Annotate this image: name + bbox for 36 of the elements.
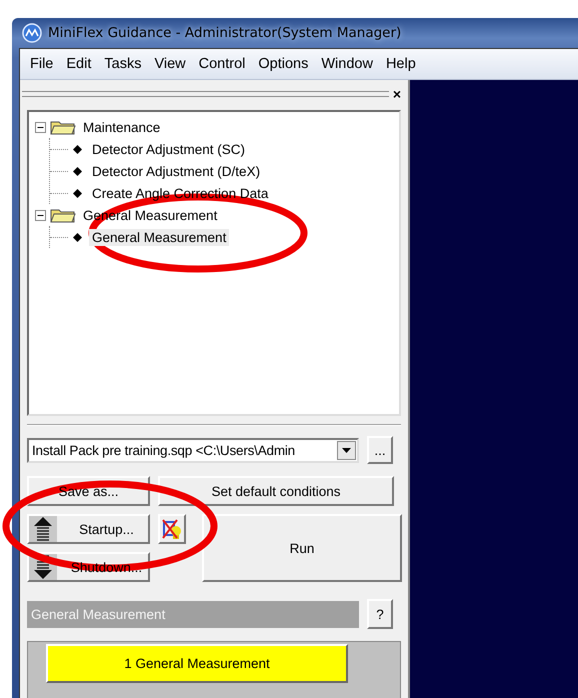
disabled-bulb-icon <box>161 518 183 540</box>
browse-button[interactable]: ... <box>367 436 393 464</box>
set-default-button[interactable]: Set default conditions <box>158 476 394 506</box>
bullet-icon <box>73 166 82 176</box>
tree-item[interactable]: Detector Adjustment (D/teX) <box>89 162 264 180</box>
section-title: General Measurement <box>30 606 166 622</box>
bullet-icon <box>73 188 82 198</box>
menu-item[interactable]: File <box>24 53 60 75</box>
down-arrow-icon <box>34 555 52 579</box>
menu-item[interactable]: Control <box>192 53 252 75</box>
startup-button[interactable]: Startup... <box>27 514 150 544</box>
folder-icon <box>50 207 76 223</box>
collapse-icon[interactable] <box>35 210 46 220</box>
app-logo-icon <box>22 23 42 43</box>
tree-item[interactable]: Maintenance <box>80 118 164 136</box>
menu-item[interactable]: Options <box>252 53 314 75</box>
menu-item[interactable]: View <box>148 53 192 75</box>
help-button[interactable]: ? <box>367 599 393 629</box>
folder-icon <box>50 119 76 135</box>
menu-item[interactable]: Window <box>315 53 379 75</box>
bullet-icon <box>73 144 82 154</box>
window-title: MiniFlex Guidance - Administrator(System Manager) <box>48 25 402 41</box>
file-dropdown[interactable]: Install Pack pre training.sqp <C:\Users\Admin <box>27 438 359 462</box>
run-button[interactable]: Run <box>202 514 402 582</box>
menu-item[interactable]: Edit <box>60 53 98 75</box>
tree-item[interactable]: Detector Adjustment (SC) <box>89 140 248 158</box>
close-button[interactable]: × <box>392 87 401 101</box>
collapse-icon[interactable] <box>35 122 46 132</box>
menu-item[interactable]: Tasks <box>98 53 148 75</box>
step-button[interactable]: 1 General Measurement <box>46 644 348 683</box>
menu-item[interactable]: Help <box>380 53 422 75</box>
bullet-icon <box>73 232 82 242</box>
tree-item[interactable]: General Measurement <box>89 228 230 246</box>
dropdown-arrow-icon <box>342 448 351 452</box>
up-arrow-icon <box>34 517 52 541</box>
alert-button[interactable] <box>158 514 186 544</box>
